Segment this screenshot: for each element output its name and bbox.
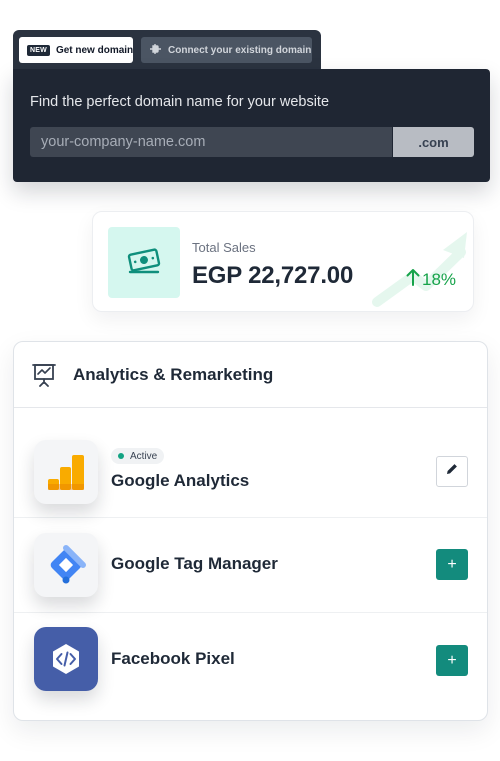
presentation-chart-icon bbox=[31, 362, 57, 388]
domain-tabs: NEW Get new domain Connect your existing… bbox=[13, 30, 321, 70]
domain-tld-select[interactable]: .com bbox=[393, 127, 474, 157]
plug-icon bbox=[149, 43, 162, 58]
tab-connect-existing-domain[interactable]: Connect your existing domain bbox=[141, 37, 312, 63]
analytics-header: Analytics & Remarketing bbox=[14, 342, 487, 408]
total-sales-label: Total Sales bbox=[192, 240, 256, 255]
new-badge: NEW bbox=[27, 44, 50, 56]
tab-get-new-domain[interactable]: NEW Get new domain bbox=[19, 37, 133, 63]
facebook-pixel-icon bbox=[34, 627, 98, 691]
total-sales-card: Total Sales EGP 22,727.00 18% bbox=[92, 211, 474, 312]
money-icon bbox=[127, 245, 161, 280]
sales-change: 18% bbox=[406, 268, 456, 291]
add-button[interactable]: + bbox=[436, 549, 468, 580]
tab-connect-existing-domain-label: Connect your existing domain bbox=[168, 44, 312, 56]
domain-search-input[interactable]: your-company-name.com bbox=[30, 127, 392, 157]
total-sales-value: EGP 22,727.00 bbox=[192, 262, 354, 289]
sales-change-value: 18% bbox=[422, 269, 457, 289]
analytics-title: Analytics & Remarketing bbox=[73, 364, 274, 384]
tab-get-new-domain-label: Get new domain bbox=[55, 44, 134, 56]
list-item-google-analytics: Active Google Analytics bbox=[14, 409, 487, 518]
integration-name: Google Analytics bbox=[111, 471, 250, 490]
add-button[interactable]: + bbox=[436, 645, 468, 676]
domain-search-title: Find the perfect domain name for your we… bbox=[30, 94, 330, 110]
status-dot bbox=[118, 453, 124, 459]
pencil-icon bbox=[445, 462, 459, 481]
integration-name: Facebook Pixel bbox=[111, 649, 235, 668]
analytics-card: Analytics & Remarketing Active Google An… bbox=[13, 341, 488, 721]
status-label: Active bbox=[130, 450, 158, 462]
edit-button[interactable] bbox=[436, 456, 468, 487]
status-badge: Active bbox=[111, 448, 165, 464]
google-analytics-icon bbox=[34, 440, 98, 504]
page: NEW Get new domain Connect your existing… bbox=[0, 0, 500, 761]
domain-search-panel: Find the perfect domain name for your we… bbox=[13, 69, 490, 182]
integration-name: Google Tag Manager bbox=[111, 554, 278, 573]
list-item-facebook-pixel: Facebook Pixel + bbox=[14, 613, 487, 720]
arrow-up-icon bbox=[406, 268, 420, 291]
sales-icon-box bbox=[108, 227, 180, 298]
google-tag-manager-icon bbox=[34, 533, 98, 597]
list-item-google-tag-manager: Google Tag Manager + bbox=[14, 518, 487, 613]
